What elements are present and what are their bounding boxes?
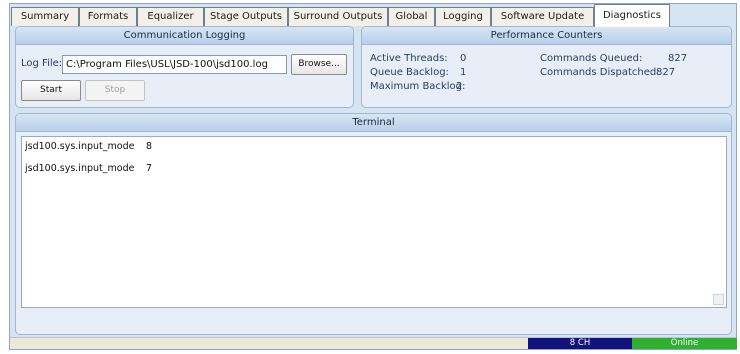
tab-stage-outputs[interactable]: Stage Outputs [204,7,288,26]
stop-button[interactable]: Stop [85,80,145,101]
tab-formats[interactable]: Formats [79,7,137,26]
tab-global[interactable]: Global [388,7,435,26]
terminal-line: jsd100.sys.input_mode 8 [25,141,152,152]
commands-queued-value: 827 [668,53,688,64]
app-window: Summary Formats Equalizer Stage Outputs … [9,3,737,350]
tab-logging[interactable]: Logging [435,7,491,26]
terminal-line-key: jsd100.sys.input_mode [25,141,135,152]
terminal-line-value: 7 [146,163,153,174]
channel-count-badge: 8 CH [528,338,632,349]
performance-counters-header: Performance Counters [362,27,731,45]
resize-grip[interactable] [713,294,724,305]
terminal-header: Terminal [16,114,731,132]
tab-summary[interactable]: Summary [11,7,79,26]
performance-counters-panel: Performance Counters Active Threads: 0 Q… [361,26,732,108]
tab-software-update[interactable]: Software Update [491,7,594,26]
queue-backlog-label: Queue Backlog: [370,67,449,78]
tab-diagnostics[interactable]: Diagnostics [594,4,670,27]
terminal-line-key: jsd100.sys.input_mode [25,163,135,174]
status-bar: 8 CH Online [10,337,737,349]
communication-logging-header: Communication Logging [16,27,353,45]
terminal-panel: Terminal jsd100.sys.input_mode 8 jsd100.s… [15,113,732,335]
commands-dispatched-label: Commands Dispatched: [540,67,660,78]
connection-status-badge: Online [632,338,737,349]
terminal-line: jsd100.sys.input_mode 7 [25,163,152,174]
commands-queued-label: Commands Queued: [540,53,643,64]
active-threads-label: Active Threads: [370,53,448,64]
log-file-label: Log File: [21,58,63,69]
terminal-output[interactable]: jsd100.sys.input_mode 8 jsd100.sys.input_… [21,136,727,308]
queue-backlog-value: 1 [460,67,467,78]
tab-surround-outputs[interactable]: Surround Outputs [288,7,388,26]
terminal-line-value: 8 [146,141,153,152]
maximum-backlog-value: 2 [456,81,463,92]
log-file-input[interactable]: C:\Program Files\USL\JSD-100\jsd100.log [62,55,287,74]
commands-dispatched-value: 827 [656,67,676,78]
maximum-backlog-label: Maximum Backlog: [370,81,466,92]
communication-logging-panel: Communication Logging Log File: C:\Progr… [15,26,354,108]
active-threads-value: 0 [460,53,467,64]
browse-button[interactable]: Browse... [291,54,347,75]
tab-equalizer[interactable]: Equalizer [137,7,204,26]
start-button[interactable]: Start [21,80,81,101]
tab-bar: Summary Formats Equalizer Stage Outputs … [10,4,736,27]
